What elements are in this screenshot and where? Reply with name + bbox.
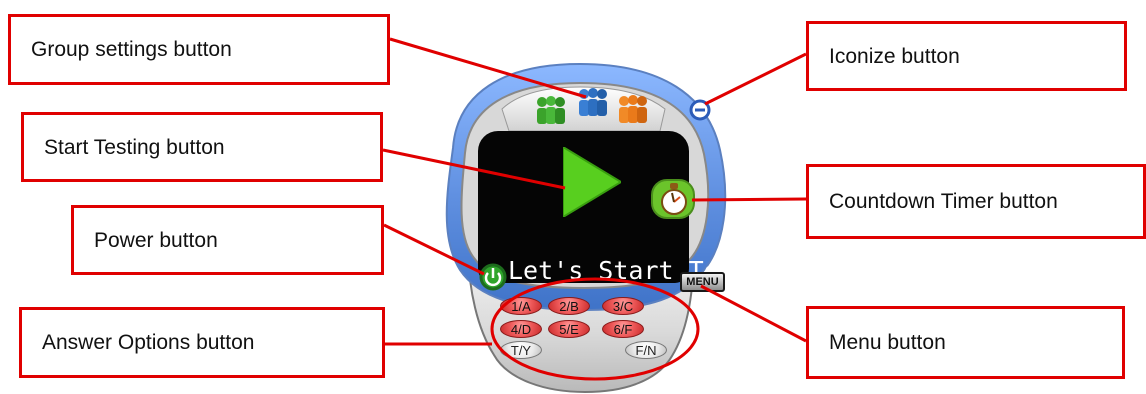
blue-group-icon: [579, 88, 607, 116]
iconize-callout-label: Iconize button: [829, 44, 960, 68]
menu-button[interactable]: MENU: [680, 272, 725, 292]
screen-message: Let's Start Te: [508, 256, 708, 285]
answer-option-3-c-button[interactable]: 3/C: [602, 297, 644, 315]
iconize-callout: Iconize button: [806, 21, 1127, 91]
iconize-button[interactable]: [688, 98, 712, 122]
clicker-device: Let's Start Te MENU 1/A 2/B 3/C 4/D 5/E 6/F T/…: [420, 40, 740, 394]
answer-option-2-b-button[interactable]: 2/B: [548, 297, 590, 315]
play-icon: [563, 147, 621, 217]
power-button[interactable]: [478, 262, 508, 292]
group-settings-button[interactable]: [490, 87, 670, 129]
answer-option-6-f-button[interactable]: 6/F: [602, 320, 644, 338]
answer-option-f-n-button[interactable]: F/N: [625, 341, 667, 359]
countdown-timer-callout: Countdown Timer button: [806, 164, 1146, 239]
countdown-timer-callout-label: Countdown Timer button: [829, 190, 1058, 213]
start-testing-callout-label: Start Testing button: [44, 135, 225, 159]
power-callout: Power button: [71, 205, 384, 275]
group-settings-callout: Group settings button: [8, 14, 390, 85]
group-settings-callout-label: Group settings button: [31, 38, 232, 61]
answer-option-1-a-button[interactable]: 1/A: [500, 297, 542, 315]
answer-option-5-e-button[interactable]: 5/E: [548, 320, 590, 338]
answer-options-callout: Answer Options button: [19, 307, 385, 378]
answer-option-4-d-button[interactable]: 4/D: [500, 320, 542, 338]
power-callout-label: Power button: [94, 228, 218, 252]
answer-option-t-y-button[interactable]: T/Y: [500, 341, 542, 359]
green-group-icon: [537, 96, 565, 124]
countdown-timer-button[interactable]: [649, 175, 697, 223]
menu-callout: Menu button: [806, 306, 1125, 379]
orange-group-icon: [619, 95, 647, 123]
start-testing-callout: Start Testing button: [21, 112, 383, 182]
menu-callout-label: Menu button: [829, 331, 946, 354]
start-testing-button[interactable]: [563, 147, 621, 217]
answer-options-callout-label: Answer Options button: [42, 331, 255, 354]
